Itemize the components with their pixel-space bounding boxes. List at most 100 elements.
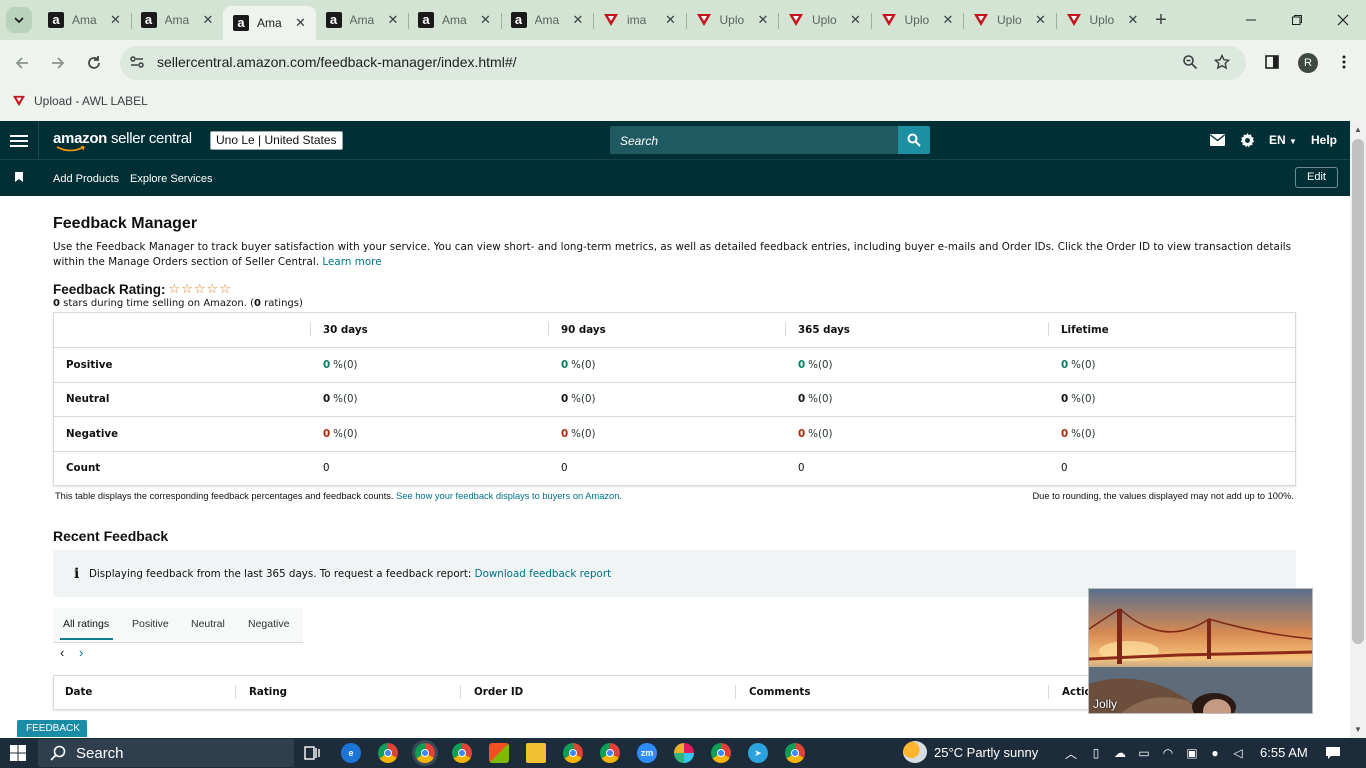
learn-more-link[interactable]: Learn more	[322, 256, 381, 268]
feedback-display-link[interactable]: See how your feedback displays to buyers…	[396, 491, 622, 501]
meet-icon[interactable]: ▯	[1088, 745, 1104, 761]
close-icon[interactable]: ✕	[571, 12, 585, 28]
browser-tab[interactable]: a Ama ✕	[130, 6, 224, 34]
close-icon[interactable]: ✕	[941, 12, 955, 28]
minimize-icon	[1246, 19, 1256, 21]
close-icon[interactable]: ✕	[1034, 12, 1048, 28]
hamburger-menu-icon[interactable]	[10, 132, 28, 148]
bookmark-icon[interactable]	[15, 172, 23, 182]
tab-all-ratings[interactable]: All ratings	[63, 618, 109, 630]
volume-icon[interactable]: ◁	[1230, 745, 1246, 761]
windows-start-icon[interactable]	[10, 745, 26, 761]
close-icon[interactable]: ✕	[109, 12, 123, 28]
gear-icon[interactable]	[1239, 132, 1255, 148]
tab-search-button[interactable]	[6, 7, 32, 33]
display-icon[interactable]: ▣	[1184, 745, 1200, 761]
seller-search-input[interactable]: Search	[610, 126, 898, 154]
profile-avatar[interactable]: R	[1298, 53, 1318, 73]
close-icon[interactable]: ✕	[479, 12, 493, 28]
browser-tab[interactable]: a Ama ✕	[38, 6, 131, 34]
microphone-icon[interactable]: ●	[1207, 745, 1223, 761]
tab-negative[interactable]: Negative	[248, 618, 289, 630]
tab-positive[interactable]: Positive	[132, 618, 169, 630]
file-explorer-icon[interactable]	[526, 743, 546, 763]
chrome-icon-active[interactable]	[415, 743, 435, 763]
chrome-icon[interactable]	[452, 743, 472, 763]
minimize-button[interactable]	[1228, 0, 1274, 40]
url-text[interactable]: sellercentral.amazon.com/feedback-manage…	[157, 54, 517, 70]
slack-icon[interactable]	[674, 743, 694, 763]
cloud-icon[interactable]: ☁	[1112, 745, 1128, 761]
chrome-icon[interactable]	[378, 743, 398, 763]
telegram-icon[interactable]: ➤	[748, 743, 768, 763]
mail-icon[interactable]	[1209, 132, 1225, 148]
download-report-link[interactable]: Download feedback report	[475, 568, 611, 580]
browser-tab[interactable]: Uplo ✕	[685, 6, 779, 34]
next-page-icon[interactable]: ›	[79, 645, 83, 660]
browser-tab[interactable]: Uplo ✕	[870, 6, 964, 34]
column-header-order-id[interactable]: Order ID	[474, 686, 523, 698]
wifi-icon[interactable]: ◠	[1160, 745, 1176, 761]
scroll-down-icon[interactable]: ▼	[1352, 724, 1364, 736]
battery-icon[interactable]: ▭	[1136, 745, 1152, 761]
browser-tab[interactable]: Uplo ✕	[963, 6, 1056, 34]
forward-button[interactable]	[46, 51, 70, 75]
browser-tab[interactable]: a Ama ✕	[316, 6, 409, 34]
zoom-icon[interactable]	[1180, 52, 1200, 72]
feedback-widget-button[interactable]: FEEDBACK ×	[17, 720, 87, 751]
browser-tab[interactable]: a Ama ✕	[500, 6, 594, 34]
close-icon[interactable]: ✕	[201, 12, 215, 28]
store-icon[interactable]	[489, 743, 509, 763]
close-window-button[interactable]	[1320, 0, 1366, 40]
back-button[interactable]	[10, 51, 34, 75]
chrome-icon[interactable]	[785, 743, 805, 763]
browser-tab[interactable]: Uplo ✕	[1055, 6, 1149, 34]
reload-button[interactable]	[82, 51, 106, 75]
chrome-icon[interactable]	[563, 743, 583, 763]
clock-time[interactable]: 6:55 AM	[1260, 745, 1308, 760]
column-header-date[interactable]: Date	[65, 686, 92, 698]
close-icon[interactable]: ✕	[386, 12, 400, 28]
site-settings-icon[interactable]	[128, 53, 146, 71]
column-header-rating[interactable]: Rating	[249, 686, 287, 698]
menu-kebab-icon[interactable]	[1334, 52, 1354, 72]
seller-central-logo[interactable]: amazon seller central	[53, 130, 192, 147]
subnav-explore-services[interactable]: Explore Services	[130, 173, 213, 185]
notifications-icon[interactable]	[1325, 745, 1341, 761]
edge-icon[interactable]: e	[341, 743, 361, 763]
star-bookmark-icon[interactable]	[1212, 52, 1232, 72]
chevron-up-icon[interactable]: ︿	[1063, 745, 1079, 761]
chrome-icon[interactable]	[600, 743, 620, 763]
weather-icon[interactable]	[903, 741, 927, 763]
help-link[interactable]: Help	[1311, 133, 1337, 147]
subnav-add-products[interactable]: Add Products	[53, 173, 119, 185]
close-icon[interactable]: ✕	[1126, 12, 1140, 28]
side-panel-icon[interactable]	[1262, 52, 1282, 72]
browser-tab[interactable]: a Ama ✕	[408, 6, 501, 34]
new-tab-button[interactable]: +	[1150, 9, 1172, 31]
tab-neutral[interactable]: Neutral	[191, 618, 225, 630]
bookmark-item[interactable]: Upload - AWL LABEL	[12, 92, 148, 110]
browser-tab-active[interactable]: a Ama ✕	[223, 6, 316, 40]
store-selector[interactable]: Uno Le | United States	[210, 131, 343, 150]
info-text: Displaying feedback from the last 365 da…	[89, 568, 611, 580]
close-icon[interactable]: ✕	[756, 12, 770, 28]
search-button[interactable]	[898, 126, 930, 154]
zoom-app-icon[interactable]: zm	[637, 743, 657, 763]
weather-text[interactable]: 25°C Partly sunny	[934, 745, 1038, 760]
column-header-comments[interactable]: Comments	[749, 686, 810, 698]
browser-tab[interactable]: Uplo ✕	[778, 6, 871, 34]
edit-nav-button[interactable]: Edit	[1295, 167, 1338, 188]
task-view-icon[interactable]	[302, 743, 322, 763]
language-selector[interactable]: EN ▼	[1269, 133, 1297, 147]
close-icon[interactable]: ✕	[664, 12, 678, 28]
close-icon[interactable]: ✕	[294, 15, 308, 31]
restore-button[interactable]	[1274, 0, 1320, 40]
previous-page-icon[interactable]: ‹	[60, 645, 64, 660]
chrome-icon[interactable]	[711, 743, 731, 763]
close-icon[interactable]: ✕	[849, 12, 863, 28]
scroll-up-icon[interactable]: ▲	[1352, 124, 1364, 136]
video-call-overlay[interactable]	[1088, 588, 1313, 714]
scrollbar-thumb[interactable]	[1352, 139, 1364, 644]
browser-tab[interactable]: ima ✕	[593, 6, 686, 34]
